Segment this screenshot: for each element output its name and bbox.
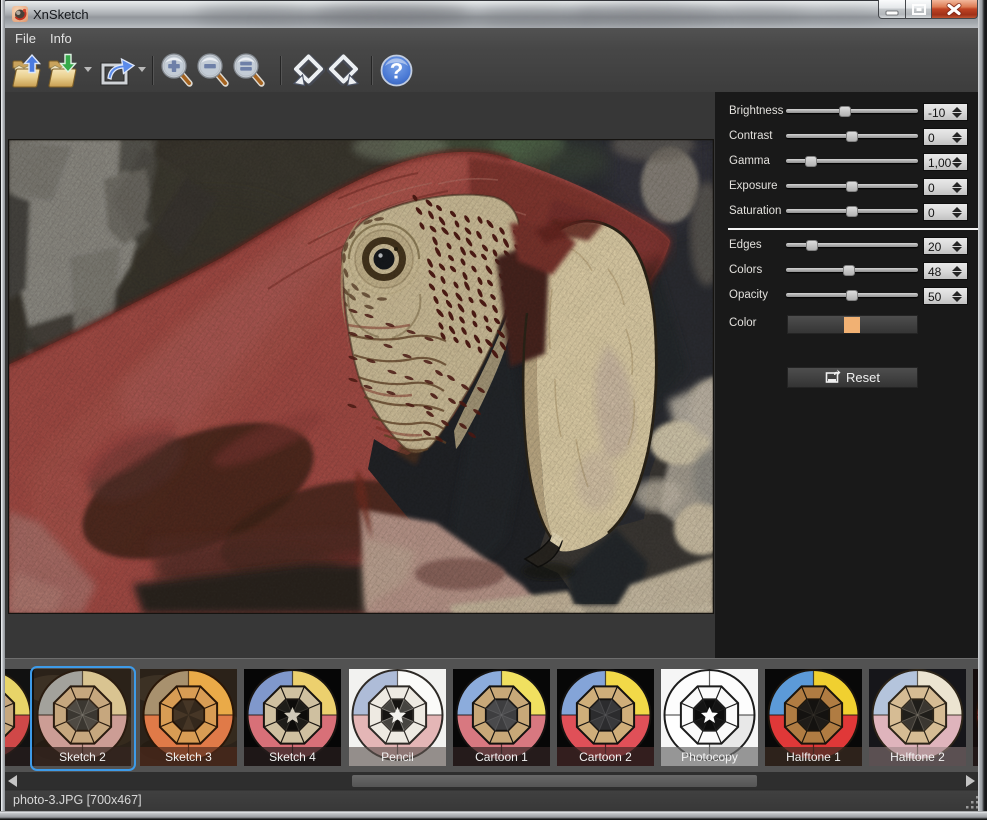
svg-text:Sketch 2: Sketch 2 (59, 750, 106, 764)
svg-text:Cartoon 2: Cartoon 2 (579, 750, 632, 764)
svg-text:Halftone 2: Halftone 2 (890, 750, 945, 764)
svg-text:Sketch 3: Sketch 3 (165, 750, 212, 764)
svg-text:?: ? (390, 59, 403, 84)
svg-text:Halftone 1: Halftone 1 (786, 750, 841, 764)
svg-text:Sketch 4: Sketch 4 (269, 750, 316, 764)
svg-text:Photocopy: Photocopy (681, 750, 738, 764)
svg-text:Pencil: Pencil (381, 750, 414, 764)
svg-text:Cartoon 1: Cartoon 1 (475, 750, 528, 764)
